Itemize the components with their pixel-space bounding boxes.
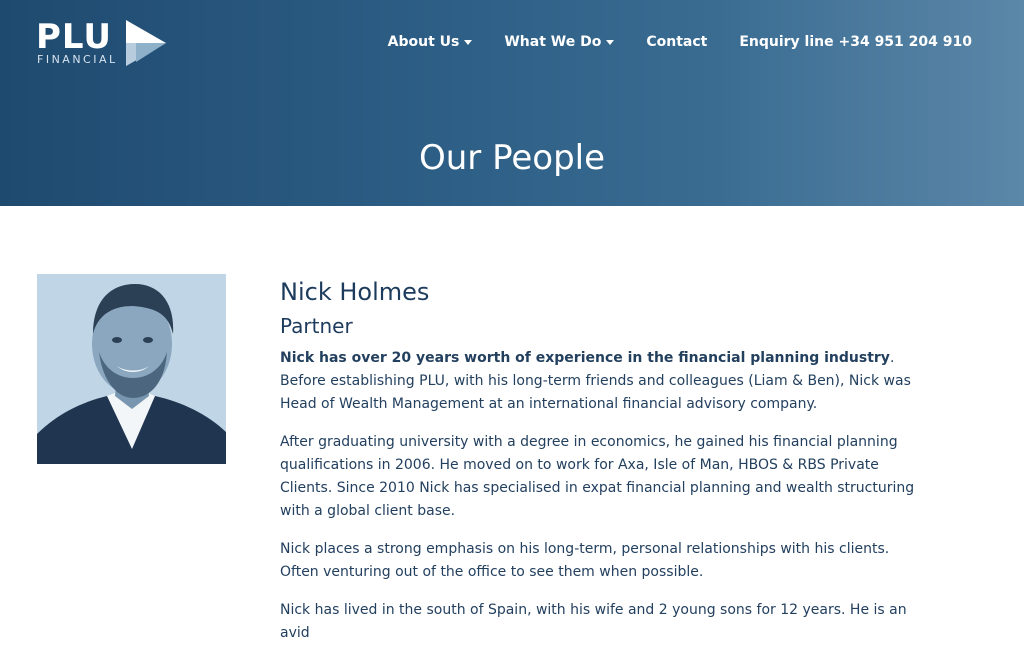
nav-enquiry-line-label: Enquiry line +34 951 204 910 [739, 34, 972, 50]
nav-about-us[interactable]: About Us [388, 33, 473, 51]
logo-subtitle: FINANCIAL [37, 53, 118, 66]
nav-contact[interactable]: Contact [646, 33, 707, 51]
nav-what-we-do[interactable]: What We Do [504, 33, 615, 51]
bio-highlight: Nick has over 20 years worth of experien… [280, 350, 890, 366]
person-portrait-image [37, 274, 226, 464]
profile-photo [37, 274, 226, 464]
nav-about-us-label: About Us [387, 34, 460, 50]
bio-paragraph: After graduating university with a degre… [280, 434, 915, 519]
bio-paragraph: Nick has lived in the south of Spain, wi… [280, 602, 907, 641]
triangle-flag-icon [126, 20, 166, 66]
page-header: PLU FINANCIAL About Us What We Do Contac… [0, 0, 1024, 206]
page-title: Our People [418, 137, 606, 178]
bio-paragraph: Nick has over 20 years worth of experien… [280, 347, 920, 416]
person-bio: Nick Holmes Partner Nick has over 20 yea… [280, 277, 920, 660]
logo-wordmark: PLU [36, 17, 112, 57]
person-role: Partner [280, 314, 353, 338]
chevron-down-icon [606, 39, 615, 45]
logo[interactable]: PLU FINANCIAL [36, 18, 176, 70]
nav-enquiry-line[interactable]: Enquiry line +34 951 204 910 [739, 33, 972, 51]
main-nav: About Us What We Do Contact Enquiry line… [356, 33, 972, 51]
nav-what-we-do-label: What We Do [504, 34, 602, 50]
person-name: Nick Holmes [280, 278, 430, 306]
chevron-down-icon [464, 39, 473, 45]
bio-paragraph: Nick places a strong emphasis on his lon… [280, 541, 890, 580]
nav-contact-label: Contact [646, 34, 708, 50]
